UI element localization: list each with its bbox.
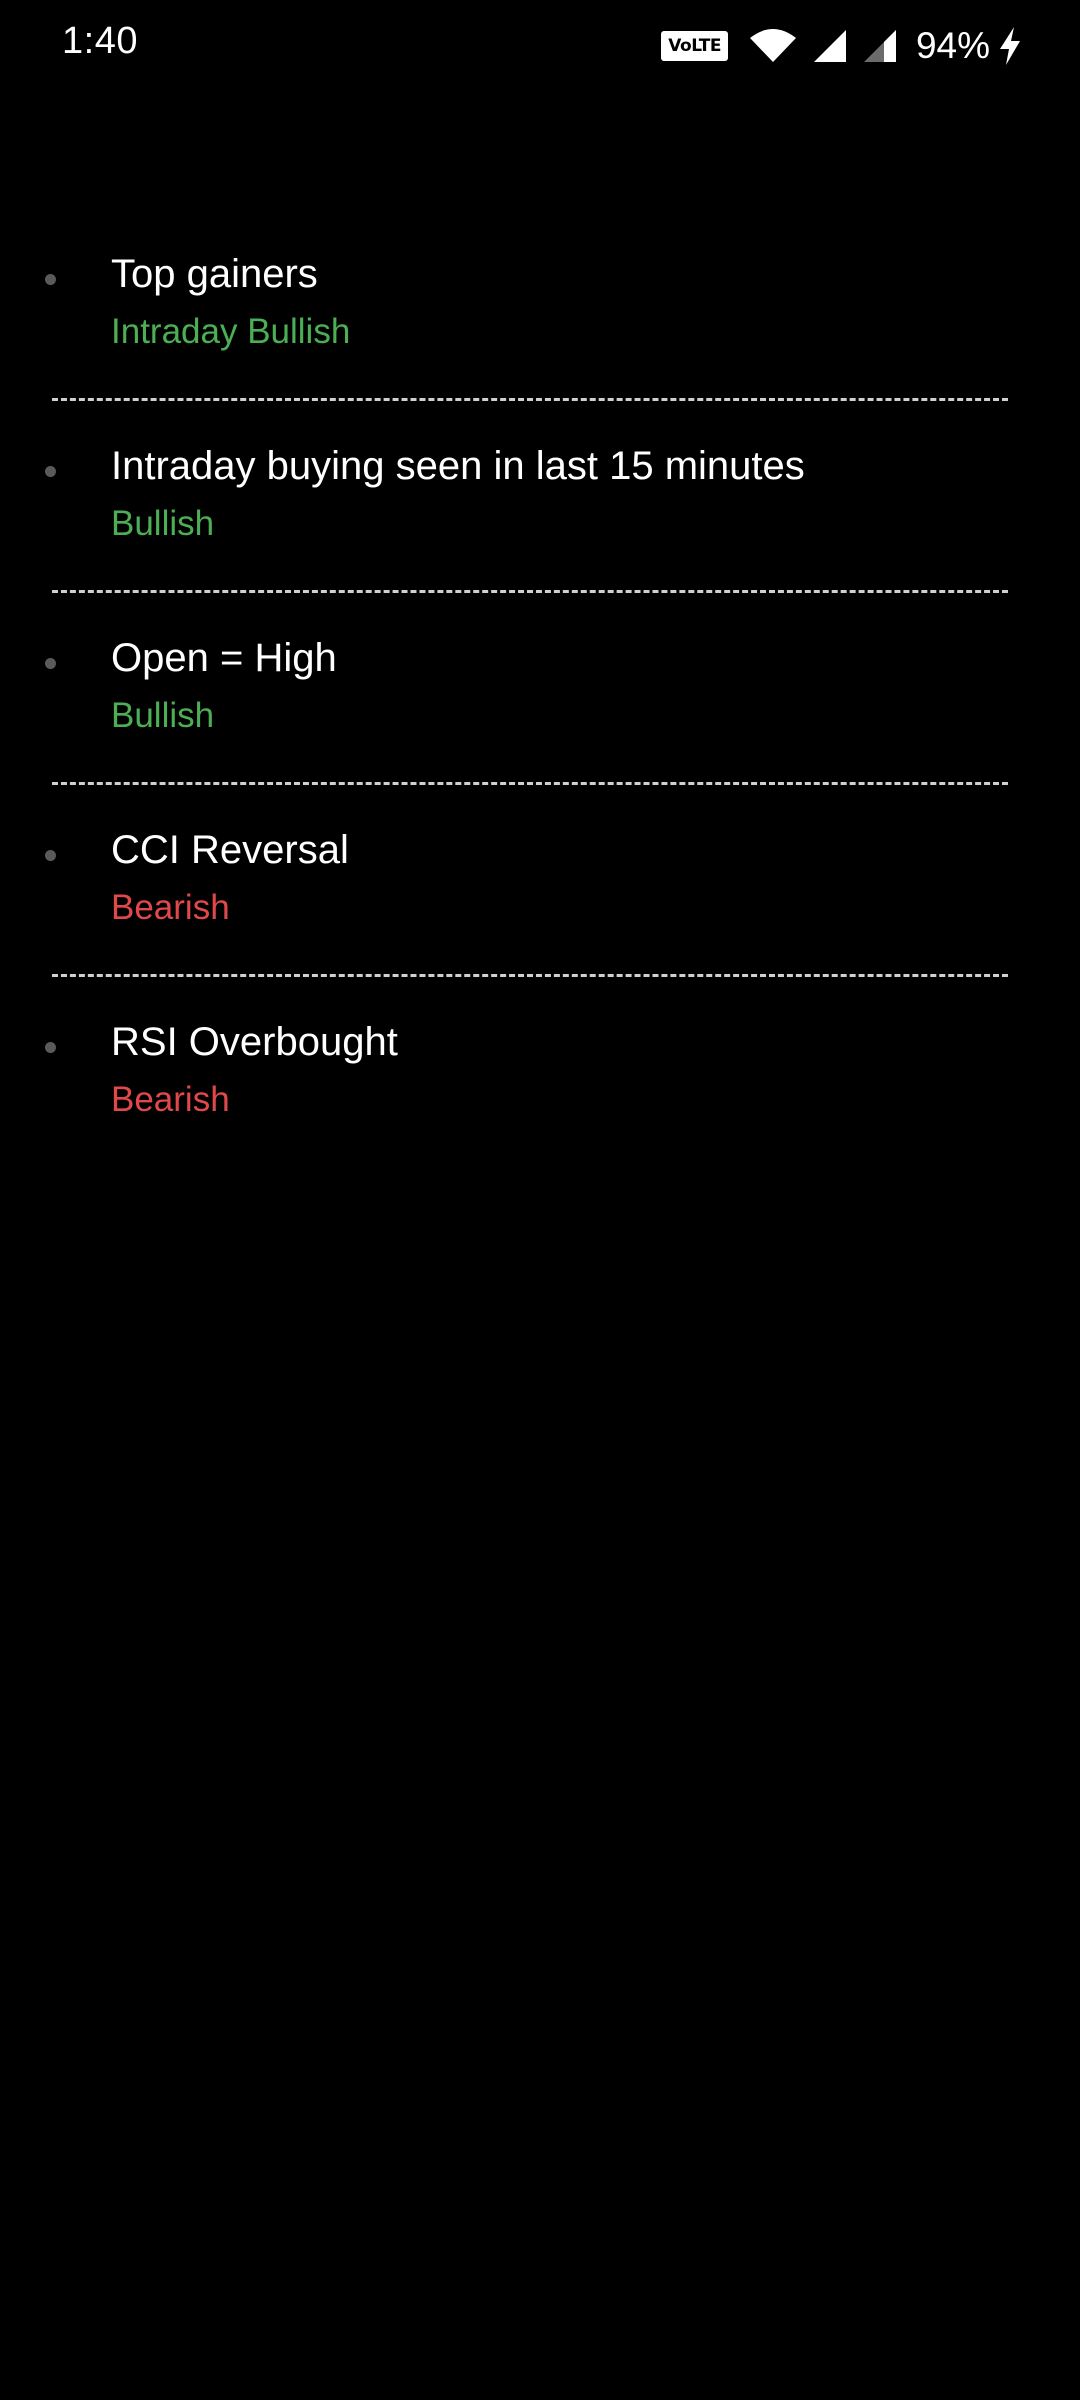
item-title: Intraday buying seen in last 15 minutes	[111, 444, 805, 488]
battery-percent: 94%	[915, 25, 990, 66]
dashed-divider	[52, 974, 1008, 977]
scanner-list: Top gainers Intraday Bullish Intraday bu…	[0, 236, 1080, 1196]
dashed-divider	[52, 590, 1008, 593]
status-icons: VoLTE 94%	[661, 22, 1022, 70]
status-time: 1:40	[62, 20, 138, 62]
bullet-dot	[45, 850, 56, 861]
list-item[interactable]: Open = High Bullish	[0, 620, 1080, 812]
volte-badge: VoLTE	[661, 31, 728, 61]
dashed-divider	[52, 782, 1008, 785]
list-item[interactable]: Intraday buying seen in last 15 minutes …	[0, 428, 1080, 620]
item-title: Open = High	[111, 636, 337, 680]
item-sentiment: Intraday Bullish	[111, 312, 351, 351]
list-item[interactable]: Top gainers Intraday Bullish	[0, 236, 1080, 428]
item-sentiment: Bullish	[111, 504, 215, 543]
bullet-dot	[45, 466, 56, 477]
bullet-dot	[45, 658, 56, 669]
wifi-icon	[749, 29, 796, 62]
item-title: Top gainers	[111, 252, 318, 296]
bullet-dot	[45, 1042, 56, 1053]
bullet-dot	[45, 274, 56, 285]
item-sentiment: Bearish	[111, 1080, 230, 1119]
status-bar: 1:40 VoLTE 94%	[0, 0, 1080, 90]
list-item[interactable]: RSI Overbought Bearish	[0, 1004, 1080, 1196]
item-title: RSI Overbought	[111, 1020, 398, 1064]
charging-bolt-icon	[1000, 27, 1020, 65]
item-title: CCI Reversal	[111, 828, 349, 872]
cell-signal-icon	[863, 30, 896, 62]
list-item[interactable]: CCI Reversal Bearish	[0, 812, 1080, 1004]
item-sentiment: Bullish	[111, 696, 215, 735]
item-sentiment: Bearish	[111, 888, 230, 927]
cell-signal-icon	[813, 30, 846, 62]
dashed-divider	[52, 398, 1008, 401]
